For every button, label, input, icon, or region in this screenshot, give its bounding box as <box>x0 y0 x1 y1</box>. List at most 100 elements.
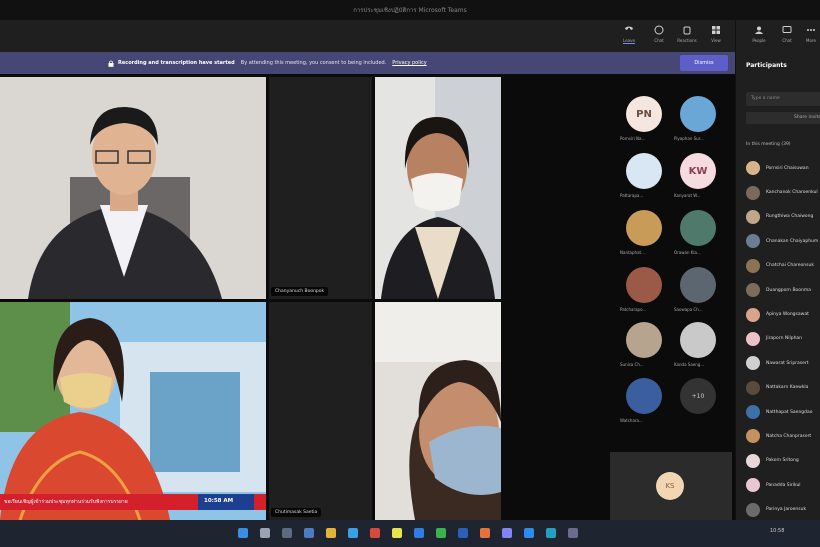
gallery-participant[interactable]: Saowapa Ch... <box>668 267 718 315</box>
outlook-icon[interactable] <box>414 528 424 538</box>
video-tile[interactable]: Chanyanuch Boonpok <box>269 77 372 299</box>
gallery-participant[interactable]: Piyaphan Sur... <box>668 96 718 144</box>
participant-video <box>0 77 266 299</box>
share-invite-button[interactable]: Share invite <box>746 112 820 124</box>
gallery-participant[interactable]: Nantaphat... <box>614 210 664 258</box>
video-tile[interactable]: ขอเรียนเชิญผู้เข้าร่วมประชุมทุกท่านร่วมร… <box>0 302 266 520</box>
right-toolbar: People Chat More <box>735 20 820 52</box>
chat-button[interactable]: Chat <box>646 23 672 49</box>
avatar <box>626 210 662 246</box>
avatar <box>746 331 760 346</box>
gallery-participant[interactable]: Patcharapo... <box>614 267 664 315</box>
avatar <box>746 307 760 322</box>
participant-row[interactable]: Parinya Jaroensuk <box>746 497 818 521</box>
dismiss-button[interactable]: Dismiss <box>680 55 728 71</box>
avatar <box>746 356 760 371</box>
self-view: KS <box>610 452 732 520</box>
phone-icon <box>625 26 633 30</box>
avatar <box>746 234 760 249</box>
meeting-toolbar: Leave Chat Reactions View <box>0 20 735 52</box>
reactions-button[interactable]: Reactions <box>674 23 700 49</box>
participant-list: Pornsiri Chaisuwan Kanchanok Charoenkul … <box>746 156 818 522</box>
excel-icon[interactable] <box>436 528 446 538</box>
tile-name-label: Chutimasak Saetia <box>271 508 322 517</box>
panel-chat-button[interactable]: Chat <box>774 23 800 49</box>
chrome-icon[interactable] <box>392 528 402 538</box>
participants-panel: Participants Type a name Share invite In… <box>735 52 820 520</box>
self-avatar: KS <box>656 472 684 500</box>
participant-row[interactable]: Duangporn Boonma <box>746 278 818 302</box>
people-button[interactable]: People <box>746 23 772 49</box>
more-participants-button[interactable]: +10 <box>680 378 716 414</box>
tile-name-label: Chanyanuch Boonpok <box>271 287 329 296</box>
gallery-participant[interactable]: Pattarapa... <box>614 153 664 201</box>
avatar <box>746 405 760 420</box>
participant-row[interactable]: Rungthiwa Chaiwong <box>746 205 818 229</box>
participant-row[interactable]: Nawarat Sriprasert <box>746 351 818 375</box>
search-icon[interactable] <box>260 528 270 538</box>
participant-row[interactable]: Apinya Wongsawat <box>746 302 818 326</box>
invite-input[interactable]: Type a name <box>746 92 820 106</box>
edge-icon[interactable] <box>348 528 358 538</box>
participant-row[interactable]: Jiraporn Nilphan <box>746 327 818 351</box>
chat-bubble-icon <box>782 26 792 33</box>
consent-message: By attending this meeting, you consent t… <box>240 60 387 66</box>
participant-row[interactable]: Nattakarn Kaewkla <box>746 376 818 400</box>
participant-row[interactable]: Pornsiri Chaisuwan <box>746 156 818 180</box>
view-button[interactable]: View <box>703 23 729 49</box>
avatar <box>626 267 662 303</box>
participant-row[interactable]: Kanchanok Charoenkul <box>746 180 818 204</box>
start-icon[interactable] <box>238 528 248 538</box>
broadcast-time: 10:58 AM <box>204 498 234 504</box>
participant-row[interactable]: Panadda Sirikul <box>746 473 818 497</box>
word-icon[interactable] <box>458 528 468 538</box>
video-tile[interactable] <box>0 77 266 299</box>
file-explorer-icon[interactable] <box>326 528 336 538</box>
avatar <box>746 209 760 224</box>
widgets-icon[interactable] <box>304 528 314 538</box>
gallery-participant[interactable]: KW Kanyarat W... <box>668 153 718 201</box>
avatar <box>746 380 760 395</box>
participant-row[interactable]: Pakorn Sritong <box>746 449 818 473</box>
recording-status: Recording and transcription have started <box>118 60 235 66</box>
gallery-participant[interactable]: Sunisa Ch... <box>614 322 664 370</box>
gallery-participant[interactable]: Watchara... <box>614 378 664 426</box>
app-icon[interactable] <box>370 528 380 538</box>
skype-icon[interactable] <box>546 528 556 538</box>
leave-button[interactable]: Leave <box>616 23 642 49</box>
participant-video <box>0 302 266 520</box>
zoom-icon[interactable] <box>524 528 534 538</box>
privacy-policy-link[interactable]: Privacy policy <box>392 60 426 66</box>
avatar <box>746 502 760 517</box>
gallery-participant[interactable]: PN Pornsiri Na... <box>614 96 664 144</box>
avatar <box>746 478 760 493</box>
avatar <box>626 378 662 414</box>
avatar <box>680 267 716 303</box>
app-icon-2[interactable] <box>568 528 578 538</box>
window-title: การประชุมเชิงปฏิบัติการ Microsoft Teams <box>353 7 467 14</box>
participant-row[interactable]: Chanakan Chaiyaphum <box>746 229 818 253</box>
video-grid: Chanyanuch Boonpok ขอเรียนเชิญผู้เข้าร่ว… <box>0 74 610 520</box>
video-tile[interactable] <box>375 302 501 520</box>
participant-row[interactable]: Natthapat Saengdao <box>746 400 818 424</box>
participant-row[interactable]: Natcha Chanprasert <box>746 424 818 448</box>
more-button[interactable]: More <box>798 23 820 49</box>
taskbar-clock[interactable]: 10:58 <box>770 528 784 534</box>
avatar: PN <box>626 96 662 132</box>
avatar <box>746 453 760 468</box>
avatar <box>746 258 760 273</box>
taskbar: 10:58 <box>0 520 820 547</box>
gallery-participant[interactable]: Orawan Kla... <box>668 210 718 258</box>
participant-row[interactable]: Chatchai Chareonsuk <box>746 254 818 278</box>
in-meeting-section[interactable]: In this meeting (39) <box>746 142 791 147</box>
task-view-icon[interactable] <box>282 528 292 538</box>
avatar <box>680 96 716 132</box>
avatar <box>746 185 760 200</box>
teams-icon[interactable] <box>502 528 512 538</box>
gallery-participant[interactable]: Kanda Saeng... <box>668 322 718 370</box>
people-icon <box>755 26 763 34</box>
powerpoint-icon[interactable] <box>480 528 490 538</box>
video-tile[interactable]: Chutimasak Saetia <box>269 302 372 520</box>
video-tile[interactable] <box>375 77 501 299</box>
avatar <box>626 322 662 358</box>
